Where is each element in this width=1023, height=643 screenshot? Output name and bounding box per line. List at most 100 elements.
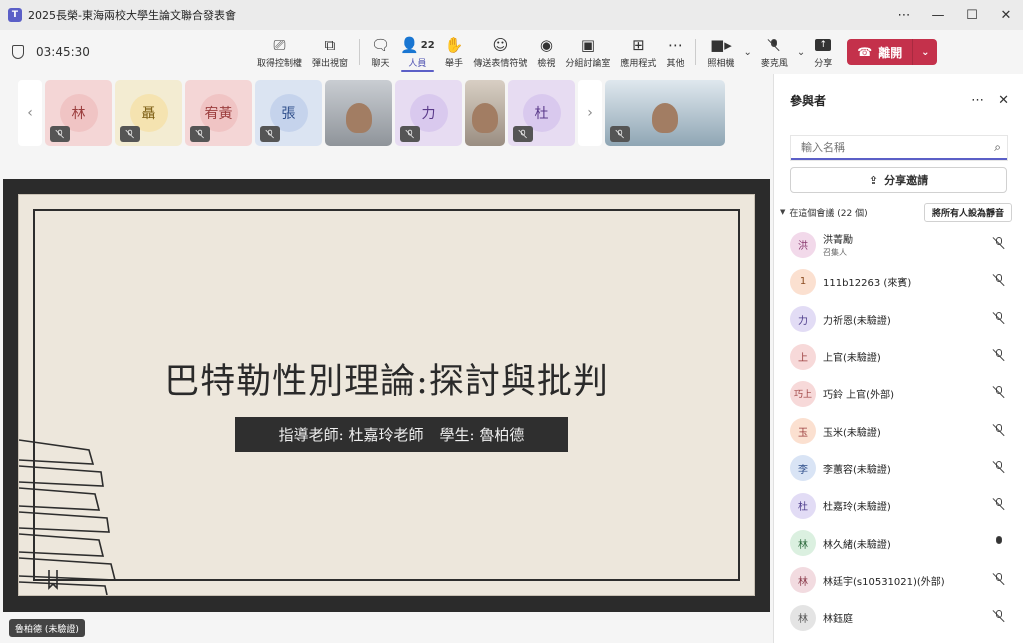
toolbar-button-emoji[interactable]: ☺ 傳送表情符號 [468,30,532,74]
participant-row[interactable]: 杜杜嘉玲(未驗證) [774,487,1023,524]
participant-name: 林鈺庭 [823,614,853,626]
section-label: 在這個會議 (22 個) [789,208,868,219]
toolbar-button-label: 取得控制權 [257,59,303,69]
participant-row[interactable]: 力力祈恩(未驗證) [774,301,1023,338]
share-button[interactable]: ↑ 分享 [809,30,837,74]
phone-hangup-icon: ☎ [857,45,873,59]
muted-mic-icon [400,126,420,142]
mic-options-chevron-icon[interactable]: ⌄ [793,47,809,58]
participant-tile[interactable] [325,80,392,146]
in-meeting-section-header[interactable]: ▼ 在這個會議 (22 個) 將所有人設為靜音 [774,202,1023,222]
search-icon[interactable]: ⌕ [994,140,1001,155]
window-title-bar: T 2025長榮-東海兩校大學生論文聯合發表會 ⋯ — ☐ ✕ [0,0,1023,30]
share-link-icon: ⇪ [868,173,879,187]
video-feed [652,103,678,133]
collapse-chevron-icon: ▼ [780,208,786,216]
popout-icon: ⧉ [324,36,336,54]
participant-search-input[interactable] [801,140,995,154]
timer-text: 03:45:30 [36,45,90,59]
gallery-prev-chevron-icon[interactable]: ‹ [18,80,42,146]
muted-mic-icon [513,126,533,142]
more-window-options-button[interactable]: ⋯ [887,0,921,30]
gallery-next-chevron-icon[interactable]: › [578,80,602,146]
toolbar-button-chat[interactable]: 🗨 聊天 [366,30,395,74]
participant-tile[interactable]: 聶 [115,80,182,146]
participant-tile[interactable] [465,80,505,146]
camera-options-chevron-icon[interactable]: ⌄ [739,47,755,58]
more-options-icon[interactable]: ⋯ [971,93,984,108]
toolbar-button-popout[interactable]: ⧉ 彈出視窗 [307,30,353,74]
participant-info: 巧鈴 上官(外部) [823,386,991,401]
minimize-button[interactable]: — [921,0,955,30]
participant-row[interactable]: 李李蕙容(未驗證) [774,450,1023,487]
toolbar-actions: ⎚ 取得控制權 ⧉ 彈出視窗 🗨 聊天 👤 22 人員 ✋ 舉手 ☺ 傳送表情符號 ◉ 檢視 ▣ 分組討論室 ⊞ 應… [252,30,689,74]
participant-row[interactable]: 1 111b12263 (來賓) [774,263,1023,300]
participant-avatar: 上 [790,343,816,370]
mic-off-icon [991,236,1007,253]
meeting-timer: 03:45:30 [12,45,252,59]
participant-row[interactable]: 上上官(未驗證) [774,338,1023,375]
participant-avatar: 玉 [790,418,816,445]
slide-advisor: 指導老師: 杜嘉玲老師 [278,426,424,444]
toolbar-button-apps[interactable]: ⊞ 應用程式 [615,30,661,74]
toolbar-button-people[interactable]: 👤 22 人員 [395,30,440,74]
mic-off-icon [991,311,1007,328]
maximize-button[interactable]: ☐ [955,0,989,30]
participant-info: 林鈺庭 [823,610,991,625]
participant-info: 111b12263 (來賓) [823,274,991,289]
toolbar-button-take-control[interactable]: ⎚ 取得控制權 [252,30,307,74]
participant-avatar: 1 [790,268,816,295]
participant-row[interactable]: 巧上 巧鈴 上官(外部) [774,375,1023,412]
participant-avatar: 林 [790,530,816,557]
participant-row[interactable]: 洪洪菁勵 召集人 [774,226,1023,263]
muted-mic-icon [120,126,140,142]
presentation-slide: 巴特勒性別理論:探討與批判 指導老師: 杜嘉玲老師 學生: 魯柏德 [18,194,755,596]
toolbar-button-raise-hand[interactable]: ✋ 舉手 [440,30,469,74]
camera-icon: ■▸ [710,36,732,54]
participant-gallery: ‹ 林聶宥黃張 力杜 › [18,79,725,147]
participant-tile[interactable] [605,80,725,146]
participant-tile[interactable]: 杜 [508,80,575,146]
participant-name: 玉米(未驗證) [823,427,881,439]
participant-name: 林廷宇(s10531021)(外部) [823,576,945,588]
mic-off-icon [991,423,1007,440]
participant-tile[interactable]: 力 [395,80,462,146]
toolbar-button-label: 其他 [666,59,685,69]
window-title: 2025長榮-東海兩校大學生論文聯合發表會 [28,9,236,22]
muted-mic-icon [190,126,210,142]
participant-tile[interactable]: 張 [255,80,322,146]
video-feed [472,103,498,133]
leave-button[interactable]: ☎ 離開 ⌄ [847,39,938,65]
share-screen-icon: ↑ [815,35,832,55]
mic-button[interactable]: 麥克風 [756,30,793,74]
slide-title: 巴特勒性別理論:探討與批判 [164,362,609,402]
participant-row[interactable]: 林林廷宇(s10531021)(外部) [774,562,1023,599]
participant-info: 林廷宇(s10531021)(外部) [823,573,991,588]
panel-title: 參與者 [790,93,827,108]
mic-off-icon [991,497,1007,514]
participant-tile[interactable]: 宥黃 [185,80,252,146]
camera-button[interactable]: ■▸ 照相機 [702,30,739,74]
toolbar-button-view[interactable]: ◉ 檢視 [532,30,560,74]
video-feed [345,103,372,133]
participant-info: 洪菁勵 召集人 [823,231,991,258]
participant-row[interactable]: 林林久緒(未驗證) [774,524,1023,561]
toolbar-button-more[interactable]: ⋯ 其他 [661,30,689,74]
participant-tile[interactable]: 林 [45,80,112,146]
participant-info: 力祈恩(未驗證) [823,312,991,327]
close-window-button[interactable]: ✕ [989,0,1023,30]
panel-header: 參與者 ⋯ ✕ [774,74,1023,126]
participant-row[interactable]: 玉玉米(未驗證) [774,412,1023,449]
close-panel-icon[interactable]: ✕ [998,93,1009,108]
toolbar-button-label: 彈出視窗 [312,59,349,69]
participant-info: 上官(未驗證) [823,349,991,364]
mic-off-icon [991,609,1007,626]
share-invite-button[interactable]: ⇪ 分享邀請 [790,167,1007,193]
teams-logo-icon: T [8,8,22,22]
participant-name: 林久緒(未驗證) [823,539,891,551]
toolbar-button-breakout-rooms[interactable]: ▣ 分組討論室 [560,30,615,74]
mute-all-button[interactable]: 將所有人設為靜音 [923,202,1012,222]
leave-options-chevron-icon[interactable]: ⌄ [913,47,937,58]
participant-avatar: 洪 [790,231,816,258]
participant-row[interactable]: 林林鈺庭 [774,599,1023,636]
